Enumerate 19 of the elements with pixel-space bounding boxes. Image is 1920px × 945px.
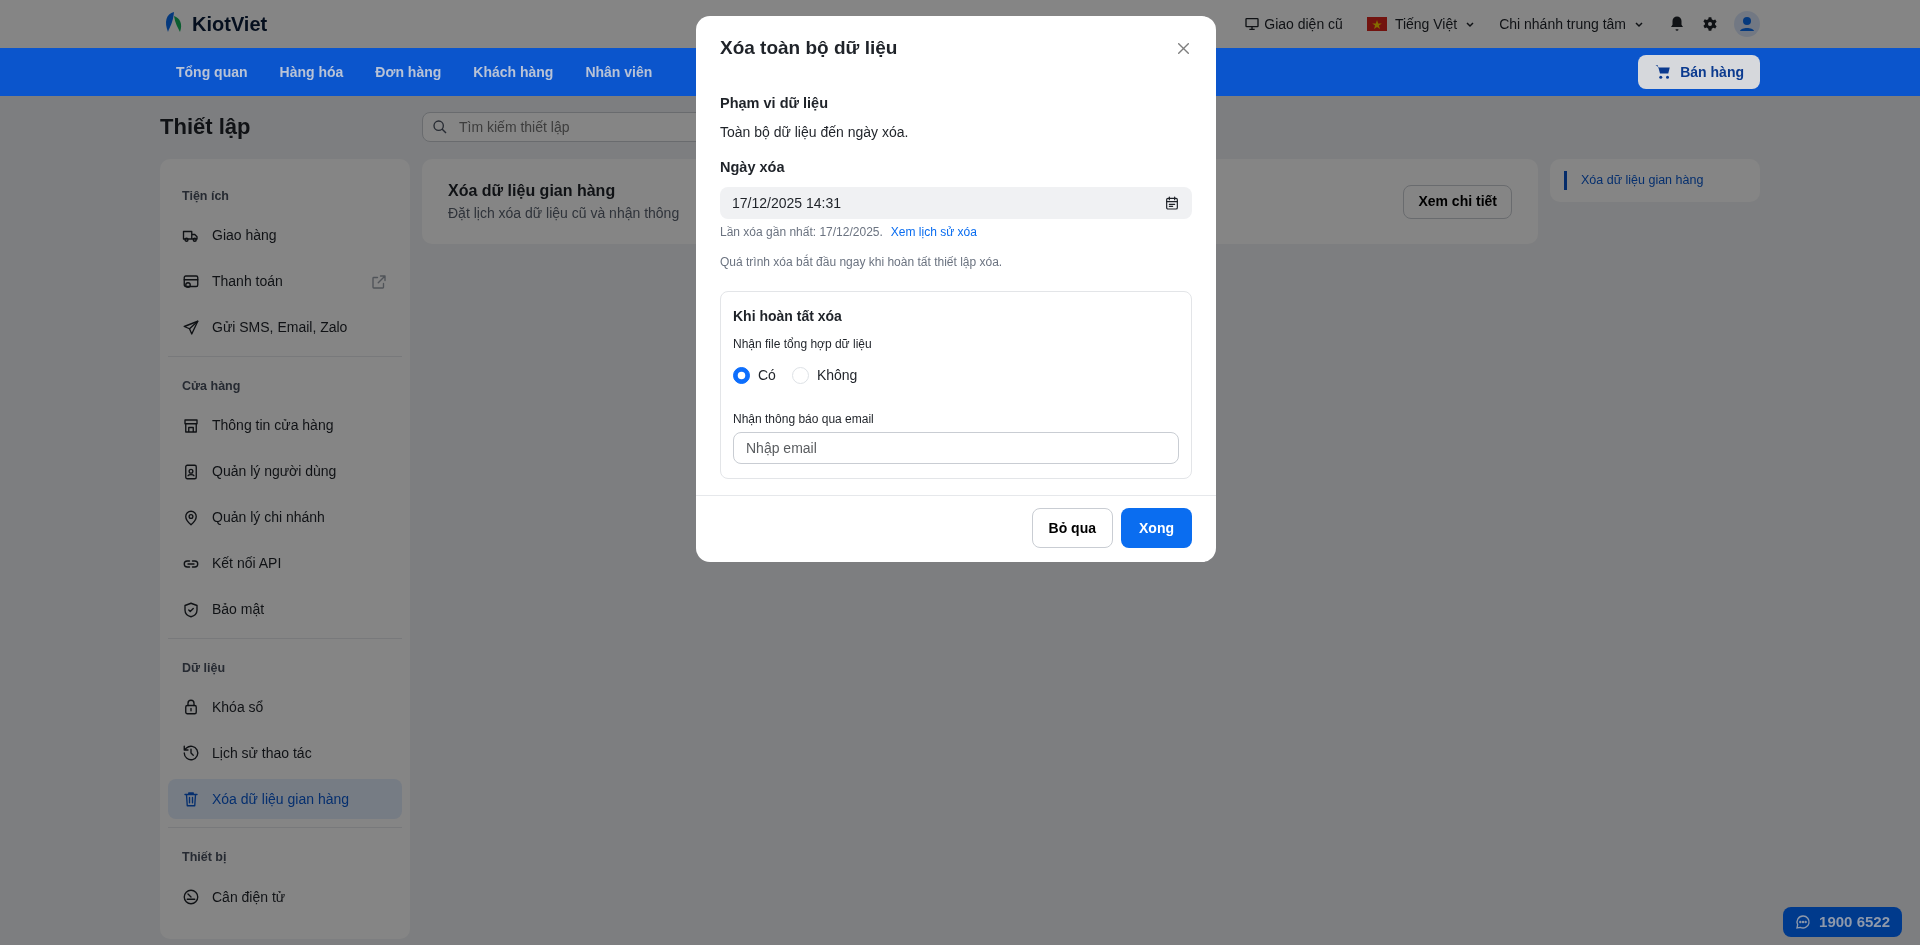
field-label: Nhận file tổng hợp dữ liệu	[733, 336, 873, 353]
note-text: Quá trình xóa bắt đầu ngay khi hoàn tất thiết lập xóa.	[720, 253, 1004, 271]
field-label: Nhận thông báo qua email	[733, 411, 875, 428]
modal-title: Xóa toàn bộ dữ liệu	[720, 36, 898, 60]
logo-text: KiotViet	[192, 12, 268, 37]
scope-text: Toàn bộ dữ liệu đến ngày xóa.	[720, 123, 910, 143]
radio-label: Không	[816, 366, 858, 385]
field-label: Ngày xóa	[720, 158, 786, 178]
card-title: Xóa dữ liệu gian hàng	[448, 181, 617, 201]
page-title: Thiết lập	[160, 113, 252, 141]
radio-label: Có	[758, 366, 776, 385]
field-label: Phạm vi dữ liệu	[720, 93, 829, 113]
section-heading: Tiện ích	[181, 188, 230, 205]
section-heading: Cửa hàng	[181, 377, 242, 395]
section-heading: Dữ liệu	[181, 659, 227, 677]
panel-title: Khi hoàn tất xóa	[733, 307, 843, 326]
section-heading: Thiết bị	[181, 849, 228, 867]
last-deleted-text: Lần xóa gần nhất: 17/12/2025.	[720, 224, 883, 241]
card-description: Đặt lịch xóa dữ liệu cũ và nhận thông	[448, 204, 680, 223]
